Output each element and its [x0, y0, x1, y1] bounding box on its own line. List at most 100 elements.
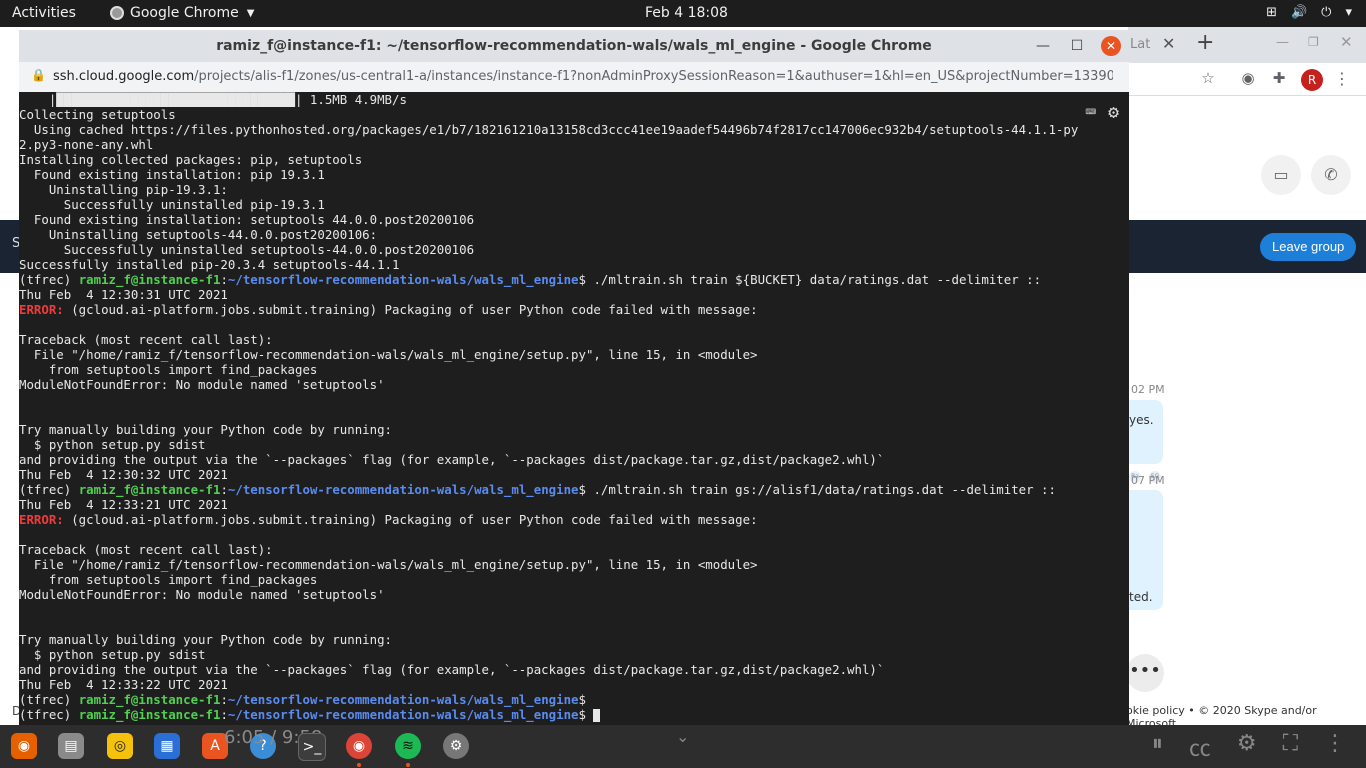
puzzle-extensions-icon[interactable]: ✚	[1270, 69, 1288, 87]
terminal-line: Thu Feb 4 12:30:32 UTC 2021	[19, 467, 228, 482]
video-call-icon[interactable]: ▭	[1261, 155, 1301, 195]
lock-icon[interactable]: 🔒	[31, 68, 46, 82]
terminal-line: Successfully uninstalled pip-19.3.1	[19, 197, 325, 212]
terminal-cursor	[593, 709, 601, 722]
minimize-icon[interactable]: —	[1032, 35, 1054, 57]
files-icon[interactable]: ▤	[58, 733, 84, 759]
message-timestamp: 07 PM	[1131, 474, 1165, 487]
background-tab-title[interactable]: Lat	[1130, 37, 1150, 52]
prompt-env: (tfrec)	[19, 482, 79, 497]
audio-call-icon[interactable]: ✆	[1311, 155, 1351, 195]
gnome-top-bar: Activities Google Chrome ▼ Feb 4 18:08 ⊞…	[0, 0, 1366, 27]
terminal-line: Traceback (most recent call last):	[19, 332, 273, 347]
terminal-line: Collecting setuptools	[19, 107, 176, 122]
window-title: ramiz_f@instance-f1: ~/tensorflow-recomm…	[216, 38, 932, 54]
url-text[interactable]: ssh.cloud.google.com/projects/alis-f1/zo…	[53, 69, 1113, 84]
prompt-user: ramiz_f@instance-f1	[78, 482, 221, 497]
background-tabstrip: Lat ✕ + — ❐ ✕	[1128, 27, 1366, 63]
terminal-line: ERROR: (gcloud.ai-platform.jobs.submit.t…	[19, 512, 1129, 527]
close-window-icon[interactable]: ✕	[1101, 36, 1121, 56]
terminal-line: Try manually building your Python code b…	[19, 422, 392, 437]
chrome-icon[interactable]: ◉	[346, 733, 372, 759]
power-icon: ⏻	[1321, 5, 1332, 20]
ssh-chrome-window: ramiz_f@instance-f1: ~/tensorflow-recomm…	[19, 30, 1129, 725]
clock[interactable]: Feb 4 18:08	[645, 5, 728, 21]
app-menu-label: Google Chrome	[130, 5, 239, 21]
system-tray[interactable]: ⊞ 🔊 ⏻ ▾	[1266, 5, 1352, 20]
bookmark-star-icon[interactable]: ☆	[1199, 69, 1217, 87]
prompt-env: (tfrec)	[19, 272, 79, 287]
video-settings-icon[interactable]: ⚙	[1237, 731, 1257, 763]
error-label: ERROR:	[19, 302, 64, 317]
rhythmbox-icon[interactable]: ◎	[107, 733, 133, 759]
terminal-output: |████████████████████████████████| 1.5MB…	[19, 92, 1129, 722]
message-bubble: yes.	[1129, 400, 1163, 464]
close-window-icon[interactable]: ✕	[1340, 33, 1353, 51]
prompt-command: $	[578, 692, 586, 707]
prompt-command: $ ./mltrain.sh train gs://alisf1/data/ra…	[578, 482, 1056, 497]
error-label: ERROR:	[19, 512, 64, 527]
window-titlebar[interactable]: ramiz_f@instance-f1: ~/tensorflow-recomm…	[19, 30, 1129, 62]
terminal-line: ModuleNotFoundError: No module named 'se…	[19, 377, 385, 392]
captions-icon[interactable]: ㏄	[1189, 731, 1211, 763]
terminal-line: from setuptools import find_packages	[19, 362, 318, 377]
more-icon[interactable]: ⋮	[1324, 731, 1346, 763]
caret-down-icon: ▼	[246, 7, 255, 19]
minimize-icon[interactable]: —	[1276, 35, 1289, 50]
new-tab-icon[interactable]: +	[1196, 30, 1214, 55]
terminal-line: Try manually building your Python code b…	[19, 632, 392, 647]
terminal-line: Using cached https://files.pythonhosted.…	[19, 122, 1079, 137]
pause-toggle-icon[interactable]: ⏸	[1152, 731, 1163, 763]
terminal-line: |████████████████████████████████| 1.5MB…	[19, 92, 407, 107]
volume-icon: 🔊	[1290, 5, 1308, 20]
more-options-icon[interactable]: •••	[1126, 654, 1164, 692]
dock: ◉ ▤ ◎ ▦ A ? 6:05 / 9:58 >_ ◉ ≋ ⚙ ⌄ ⏸ ㏄ ⚙…	[0, 725, 1366, 768]
extension-icon[interactable]: ◉	[1239, 69, 1257, 87]
settings-icon[interactable]: ⚙	[443, 733, 469, 759]
prompt-env: (tfrec)	[19, 707, 79, 722]
chrome-menu-icon[interactable]: ⋮	[1334, 69, 1350, 88]
terminal-line: Thu Feb 4 12:33:21 UTC 2021	[19, 497, 228, 512]
chevron-down-icon[interactable]: ⌄	[676, 727, 689, 746]
maximize-icon[interactable]: ☐	[1066, 35, 1088, 57]
url-path: /projects/alis-f1/zones/us-central1-a/in…	[194, 69, 1113, 84]
terminal-line: Successfully installed pip-20.3.4 setupt…	[19, 257, 400, 272]
terminal-line: (tfrec) ramiz_f@instance-f1:~/tensorflow…	[19, 707, 1129, 722]
terminal-line: File "/home/ramiz_f/tensorflow-recommend…	[19, 557, 758, 572]
prompt-env: (tfrec)	[19, 692, 79, 707]
maximize-icon[interactable]: ❐	[1308, 35, 1319, 49]
running-indicator	[406, 763, 410, 767]
error-message: (gcloud.ai-platform.jobs.submit.training…	[63, 302, 758, 317]
prompt-user: ramiz_f@instance-f1	[78, 707, 221, 722]
close-tab-icon[interactable]: ✕	[1162, 34, 1175, 53]
firefox-icon[interactable]: ◉	[11, 733, 37, 759]
prompt-path: ~/tensorflow-recommendation-wals/wals_ml…	[227, 482, 579, 497]
network-icon: ⊞	[1266, 5, 1277, 20]
terminal-line: Uninstalling setuptools-44.0.0.post20200…	[19, 227, 378, 242]
terminal-line: Uninstalling pip-19.3.1:	[19, 182, 228, 197]
writer-icon[interactable]: ▦	[154, 733, 180, 759]
app-menu[interactable]: Google Chrome ▼	[110, 5, 254, 21]
running-indicator	[357, 763, 361, 767]
profile-avatar[interactable]: R	[1301, 69, 1323, 91]
terminal-line: ERROR: (gcloud.ai-platform.jobs.submit.t…	[19, 302, 1129, 317]
keyboard-icon[interactable]: ⌨	[1085, 102, 1096, 123]
address-bar[interactable]: 🔒 ssh.cloud.google.com/projects/alis-f1/…	[19, 62, 1129, 93]
video-controls: ⏸ ㏄ ⚙ ⛶ ⋮	[1152, 731, 1346, 763]
fullscreen-icon[interactable]: ⛶	[1283, 731, 1298, 763]
terminal-icon[interactable]: >_	[298, 733, 326, 761]
ssh-terminal[interactable]: |████████████████████████████████| 1.5MB…	[19, 92, 1129, 725]
settings-gear-icon[interactable]: ⚙	[1108, 102, 1119, 123]
terminal-line: ModuleNotFoundError: No module named 'se…	[19, 587, 385, 602]
terminal-line: Successfully uninstalled setuptools-44.0…	[19, 242, 475, 257]
terminal-line: Traceback (most recent call last):	[19, 542, 273, 557]
spotify-icon[interactable]: ≋	[395, 733, 421, 759]
terminal-line: Thu Feb 4 12:33:22 UTC 2021	[19, 677, 228, 692]
activities-button[interactable]: Activities	[12, 5, 76, 21]
prompt-sep: :	[220, 707, 228, 722]
leave-group-button[interactable]: Leave group	[1260, 233, 1357, 261]
